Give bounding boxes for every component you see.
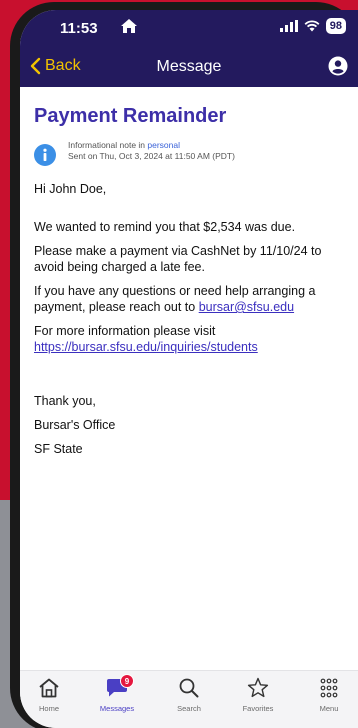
tab-home[interactable]: Home xyxy=(24,677,74,713)
sent-date: Sent on Thu, Oct 3, 2024 at 11:50 AM (PD… xyxy=(68,151,235,161)
message-body: Hi John Doe, We wanted to remind you tha… xyxy=(34,181,350,457)
home-icon xyxy=(39,678,59,698)
paragraph-amount-due: We wanted to remind you that $2,534 was … xyxy=(34,220,296,234)
tab-menu[interactable]: Menu xyxy=(304,677,354,713)
greeting: Hi John Doe, xyxy=(34,182,107,196)
paragraph-more-info: For more information please visit https:/… xyxy=(34,323,350,355)
app-screen: 11:53 98 Back Message Payment Remainder … xyxy=(20,10,358,728)
message-title: Payment Remainder xyxy=(34,105,227,127)
tab-menu-label: Menu xyxy=(319,704,339,713)
message-meta: Informational note in personal Sent on T… xyxy=(34,140,350,166)
status-time: 11:53 xyxy=(60,20,98,37)
meta-line: Informational note in personal xyxy=(68,140,235,151)
category-link[interactable]: personal xyxy=(147,140,180,150)
tab-messages[interactable]: 9 Messages xyxy=(92,674,142,713)
info-icon xyxy=(34,144,56,166)
meta-text: Informational note in personal Sent on T… xyxy=(68,140,235,162)
tab-messages-label: Messages xyxy=(99,704,135,713)
tab-search-label: Search xyxy=(177,704,201,713)
battery-indicator: 98 xyxy=(325,18,346,34)
signature-org: SF State xyxy=(34,442,83,456)
email-link[interactable]: bursar@sfsu.edu xyxy=(199,300,294,314)
page-title: Message xyxy=(156,58,222,75)
signal-icon xyxy=(279,20,298,32)
closing: Thank you, xyxy=(34,394,96,408)
more-info-text: For more information please visit xyxy=(34,324,216,338)
meta-prefix: Informational note in xyxy=(68,140,148,150)
home-status-icon xyxy=(121,19,137,33)
star-icon xyxy=(247,677,269,698)
grid-menu-icon xyxy=(320,678,338,698)
tab-favorites-label: Favorites xyxy=(242,704,274,713)
tab-bar: Home 9 Messages Search Favorites Menu xyxy=(20,670,358,728)
signature-office: Bursar's Office xyxy=(34,418,116,432)
device-frame: 11:53 98 Back Message Payment Remainder … xyxy=(0,0,358,728)
messages-badge: 9 xyxy=(120,674,134,688)
inquiries-link[interactable]: https://bursar.sfsu.edu/inquiries/studen… xyxy=(34,340,258,354)
search-icon xyxy=(179,678,199,698)
top-bar: 11:53 98 Back Message xyxy=(20,10,358,87)
wifi-icon xyxy=(304,20,320,32)
paragraph-payment-deadline: Please make a payment via CashNet by 11/… xyxy=(34,244,322,274)
user-icon[interactable] xyxy=(328,56,348,76)
tab-favorites[interactable]: Favorites xyxy=(233,677,283,713)
status-indicators: 98 xyxy=(279,18,346,34)
tab-search[interactable]: Search xyxy=(164,677,214,713)
tab-home-label: Home xyxy=(38,704,59,713)
paragraph-contact: If you have any questions or need help a… xyxy=(34,283,350,315)
message-content: Payment Remainder Informational note in … xyxy=(34,103,350,457)
